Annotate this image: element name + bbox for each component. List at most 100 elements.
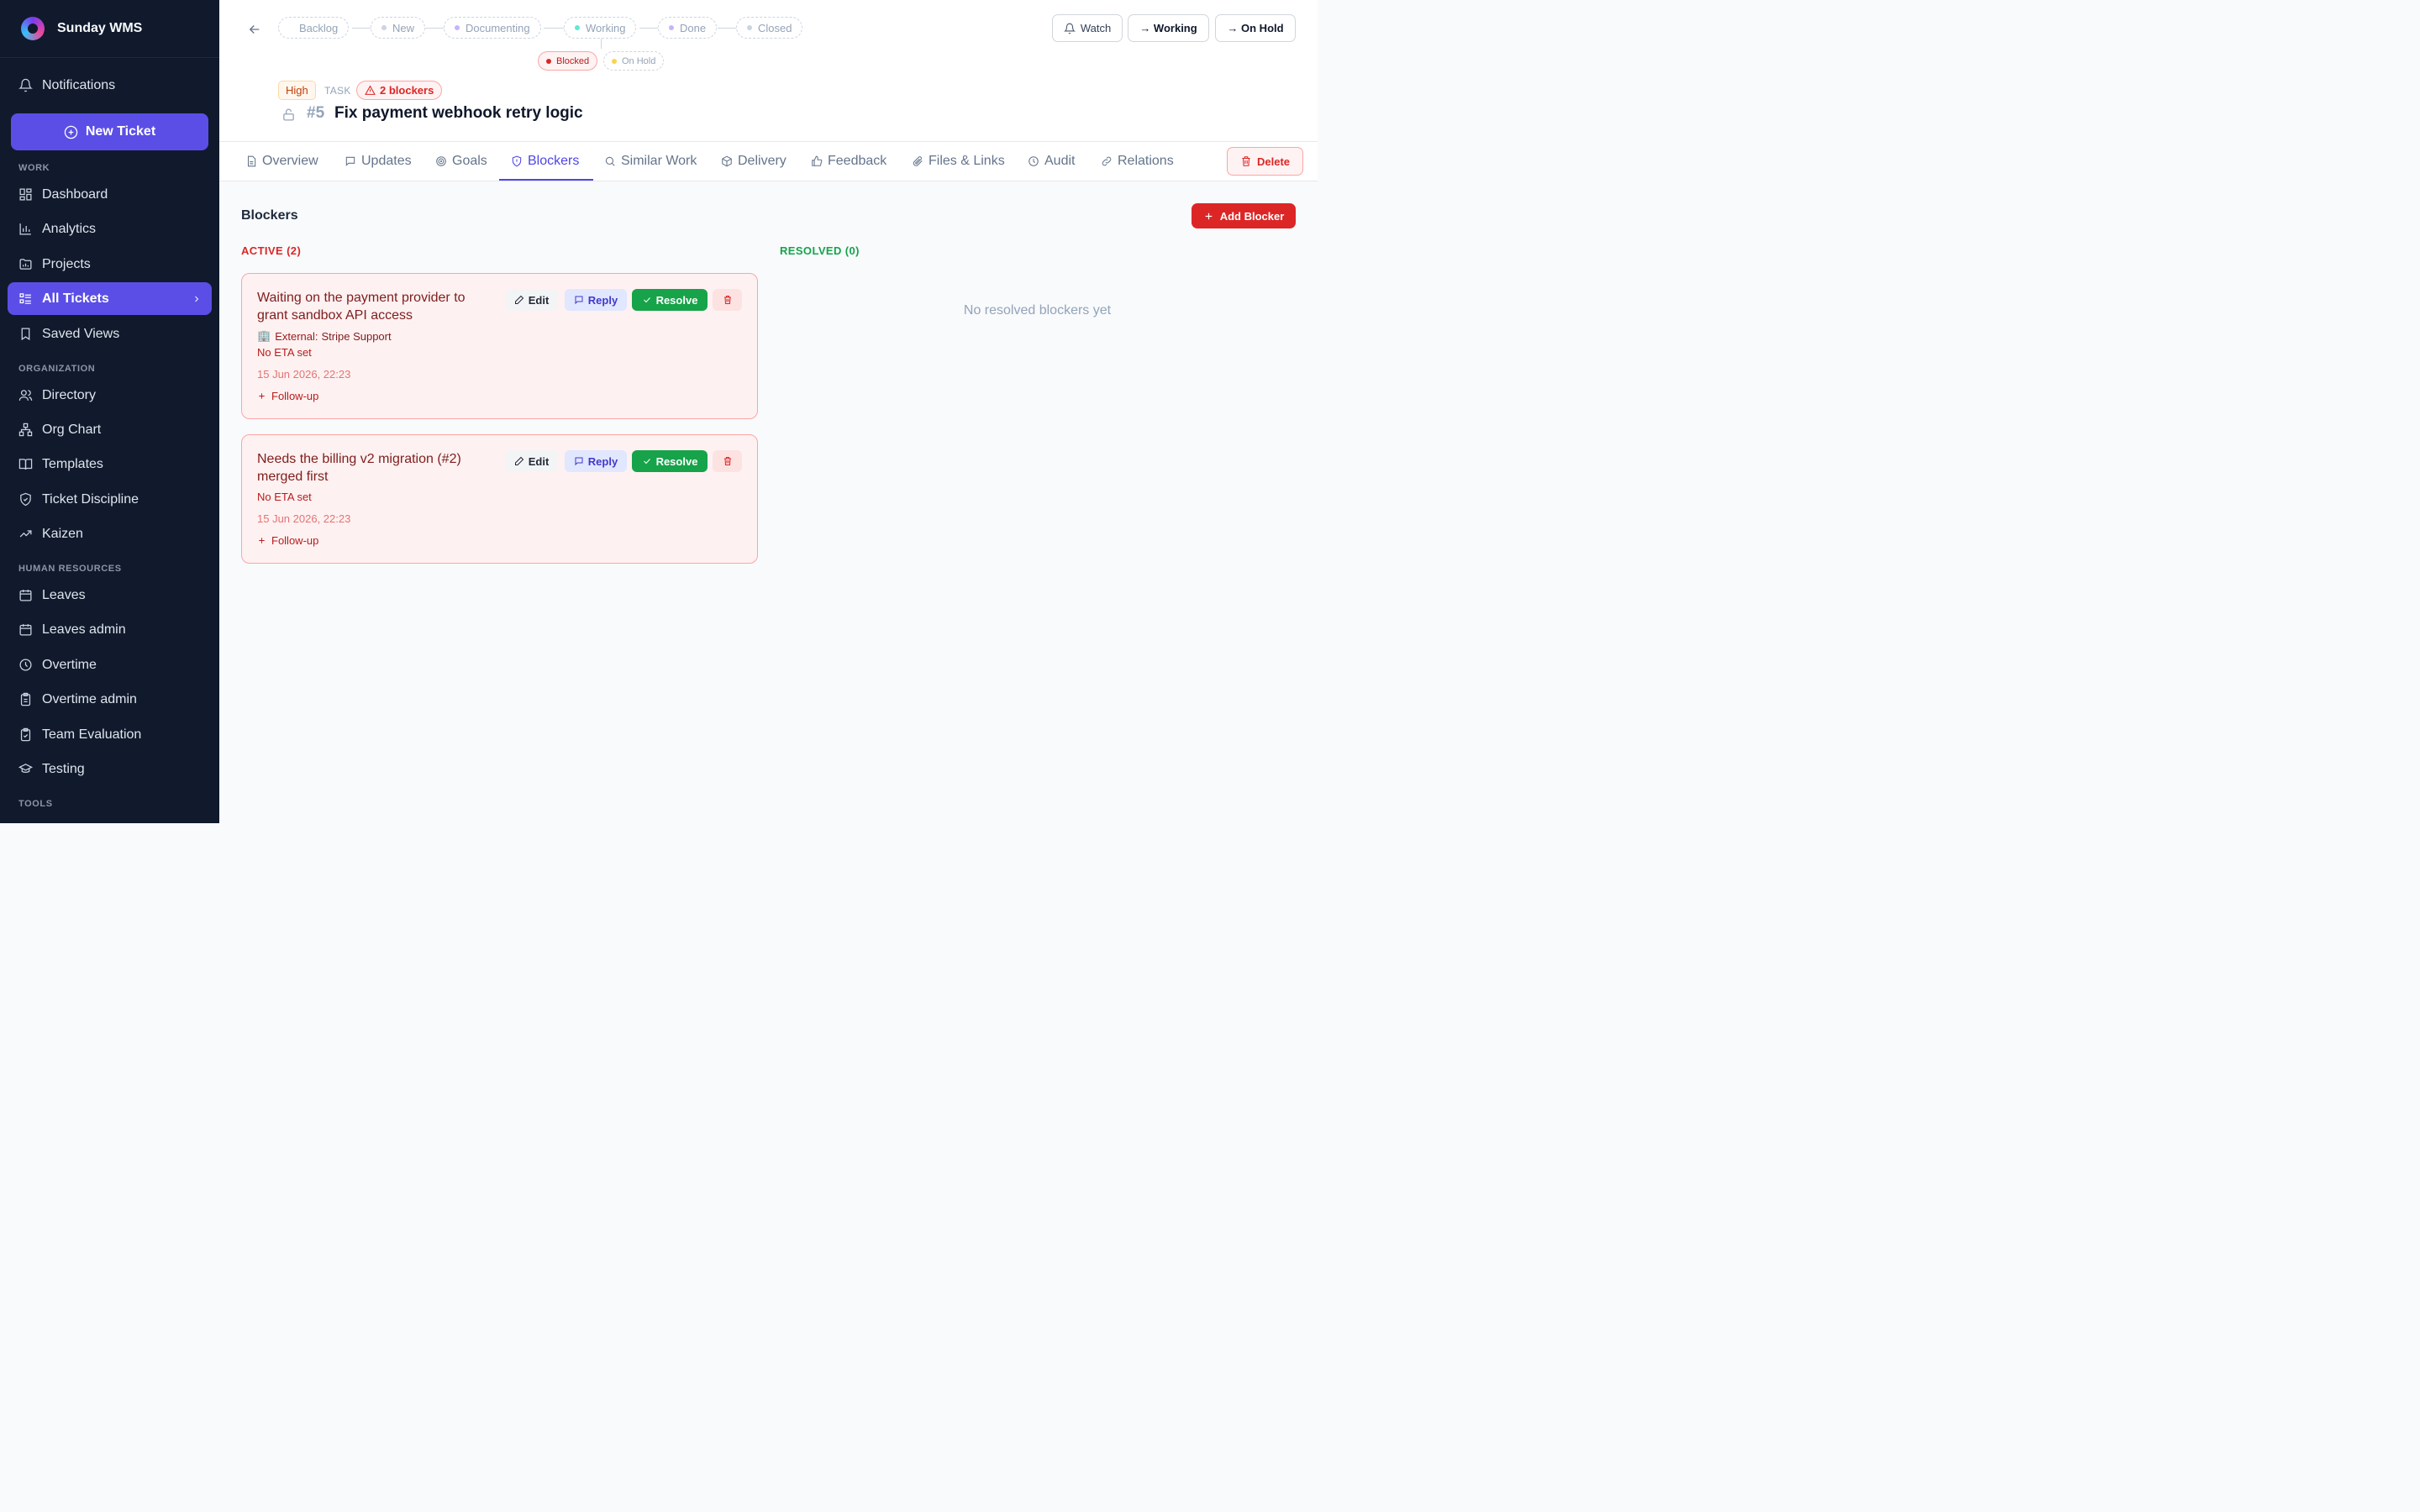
sidebar-item-templates[interactable]: Templates — [8, 448, 212, 480]
tab-label: Feedback — [828, 154, 887, 168]
edit-blocker-button[interactable]: Edit — [505, 450, 558, 472]
add-blocker-button[interactable]: Add Blocker — [1192, 203, 1296, 228]
stage-dot — [669, 25, 674, 30]
section-label-organization: ORGANIZATION — [18, 364, 96, 374]
sidebar-item-ticket-discipline[interactable]: Ticket Discipline — [8, 483, 212, 516]
check-icon — [643, 459, 650, 465]
unlock-icon[interactable] — [281, 108, 296, 122]
new-ticket-button[interactable]: New Ticket — [11, 113, 208, 150]
link-icon — [1102, 156, 1112, 166]
workflow-stage-new[interactable]: New — [371, 17, 426, 39]
sidebar-item-dashboard[interactable]: Dashboard — [8, 178, 212, 211]
state-pill-blocked[interactable]: Blocked — [538, 51, 598, 71]
sidebar-item-testing[interactable]: Testing — [8, 753, 212, 785]
sidebar-item-label: Overtime — [42, 657, 97, 672]
tab-relations[interactable]: Relations — [1101, 142, 1174, 181]
sidebar-item-team-evaluation[interactable]: Team Evaluation — [8, 718, 212, 751]
message-icon — [345, 156, 355, 166]
workflow-connector — [718, 28, 736, 29]
tab-feedback[interactable]: Feedback — [811, 142, 886, 181]
ticket-number: #5 — [307, 104, 325, 122]
workflow-connector — [639, 28, 658, 29]
package-icon — [722, 155, 732, 167]
sidebar-item-label: Projects — [42, 256, 91, 271]
stage-label: Done — [680, 21, 707, 34]
brand[interactable]: Sunday WMS — [0, 0, 219, 58]
tab-goals[interactable]: Goals — [435, 142, 487, 181]
delete-blocker-button[interactable] — [713, 289, 742, 311]
watch-button[interactable]: Watch — [1052, 14, 1123, 42]
bell-icon — [1063, 23, 1076, 34]
reply-blocker-button[interactable]: Reply — [565, 289, 627, 311]
reply-blocker-button[interactable]: Reply — [565, 450, 627, 472]
resolve-blocker-button[interactable]: Resolve — [632, 289, 708, 311]
sidebar-item-projects[interactable]: Projects — [8, 248, 212, 281]
trash-icon — [723, 457, 731, 465]
tab-delivery[interactable]: Delivery — [721, 142, 786, 181]
move-to-on-hold-button[interactable]: → On Hold — [1215, 14, 1296, 42]
resolve-blocker-button[interactable]: Resolve — [632, 450, 708, 472]
sidebar-item-directory[interactable]: Directory — [8, 379, 212, 412]
blocker-external-party: 🏢 External: Stripe Support — [257, 329, 392, 343]
state-pill-on-hold[interactable]: On Hold — [603, 51, 665, 71]
state-label: On Hold — [622, 55, 656, 66]
plus-icon — [1205, 213, 1212, 219]
delete-blocker-button[interactable] — [713, 450, 742, 472]
tab-similar-work[interactable]: Similar Work — [604, 142, 697, 181]
sidebar-item-leaves-admin[interactable]: Leaves admin — [8, 613, 212, 646]
bell-icon — [18, 78, 33, 92]
sidebar-item-saved-views[interactable]: Saved Views — [8, 318, 212, 350]
ticket-tabs: Overview Updates Goals Blockers Similar … — [219, 142, 1318, 181]
workflow-stage-documenting[interactable]: Documenting — [444, 17, 541, 39]
delete-ticket-button[interactable]: Delete — [1227, 147, 1303, 176]
pencil-icon — [514, 456, 523, 465]
workflow-stage-working[interactable]: Working — [564, 17, 637, 39]
tab-audit[interactable]: Audit — [1028, 142, 1075, 181]
sidebar-item-label: Overtime admin — [42, 691, 137, 706]
external-prefix: External: — [275, 329, 318, 343]
back-arrow-icon[interactable] — [247, 22, 262, 37]
book-open-icon — [18, 459, 33, 470]
blocker-date: 15 Jun 2026, 22:23 — [257, 512, 351, 525]
sidebar-item-overtime-admin[interactable]: Overtime admin — [8, 683, 212, 716]
stage-dot — [747, 25, 752, 30]
sidebar-item-org-chart[interactable]: Org Chart — [8, 413, 212, 446]
blockers-heading: Blockers — [241, 208, 298, 223]
sidebar-item-kaizen[interactable]: Kaizen — [8, 517, 212, 550]
message-icon — [575, 296, 583, 305]
plus-icon — [259, 538, 265, 543]
sidebar-item-analytics[interactable]: Analytics — [8, 213, 212, 245]
move-to-working-button[interactable]: → Working — [1128, 14, 1209, 42]
list-icon — [19, 293, 31, 304]
document-icon — [247, 155, 256, 167]
blocker-title: Needs the billing v2 migration (#2) merg… — [257, 452, 461, 484]
edit-blocker-button[interactable]: Edit — [505, 289, 558, 311]
stage-label: New — [392, 21, 415, 34]
state-dot — [546, 58, 551, 64]
tab-files-links[interactable]: Files & Links — [912, 142, 1005, 181]
sidebar-item-overtime[interactable]: Overtime — [8, 648, 212, 681]
sidebar-item-label: Leaves — [42, 587, 86, 602]
clipboard-icon — [20, 692, 31, 706]
trash-icon — [1242, 156, 1250, 166]
trending-up-icon — [19, 530, 32, 538]
workflow-stage-done[interactable]: Done — [658, 17, 718, 39]
workflow-stage-closed[interactable]: Closed — [736, 17, 803, 39]
tab-blockers[interactable]: Blockers — [511, 142, 579, 181]
paperclip-icon — [913, 156, 923, 166]
tab-updates[interactable]: Updates — [345, 142, 412, 181]
blocker-title: Waiting on the payment provider to grant… — [257, 291, 466, 323]
follow-up-button[interactable]: Follow-up — [257, 390, 318, 402]
move-to-on-hold-label: → On Hold — [1227, 22, 1284, 34]
workflow-stage-backlog[interactable]: Backlog — [278, 17, 350, 39]
sidebar-item-label: Directory — [42, 387, 97, 402]
follow-up-button[interactable]: Follow-up — [257, 534, 318, 547]
tab-overview[interactable]: Overview — [245, 142, 318, 181]
resolve-label: Resolve — [655, 454, 698, 468]
sidebar-item-label: Templates — [42, 456, 103, 471]
sidebar-item-leaves[interactable]: Leaves — [8, 579, 212, 612]
blockers-count-badge[interactable]: 2 blockers — [356, 81, 443, 100]
sidebar-item-notifications[interactable]: Notifications — [8, 69, 212, 102]
delete-label: Delete — [1256, 155, 1291, 168]
sidebar-item-all-tickets[interactable]: All Tickets — [8, 282, 212, 315]
